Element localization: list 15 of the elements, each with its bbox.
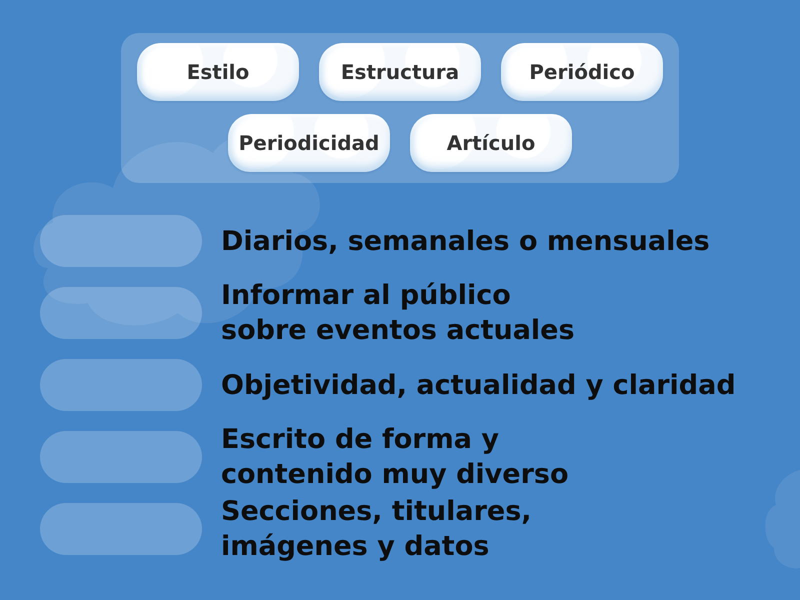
description-text: Escrito de forma y contenido muy diverso	[221, 423, 569, 492]
word-tile[interactable]: Periodicidad	[228, 114, 390, 172]
answer-slot[interactable]	[40, 287, 202, 339]
answer-slot[interactable]	[40, 431, 202, 483]
description-text: Informar al público sobre eventos actuales	[221, 279, 575, 348]
answer-slot[interactable]	[40, 215, 202, 267]
answer-slot[interactable]	[40, 359, 202, 411]
description-text: Objetividad, actualidad y claridad	[221, 368, 736, 402]
answer-slot[interactable]	[40, 503, 202, 555]
word-tile[interactable]: Periódico	[501, 43, 663, 101]
word-tile[interactable]: Estructura	[319, 43, 481, 101]
word-tile[interactable]: Artículo	[410, 114, 572, 172]
description-text: Secciones, titulares, imágenes y datos	[221, 495, 532, 564]
word-tile[interactable]: Estilo	[137, 43, 299, 101]
description-text: Diarios, semanales o mensuales	[221, 224, 710, 258]
